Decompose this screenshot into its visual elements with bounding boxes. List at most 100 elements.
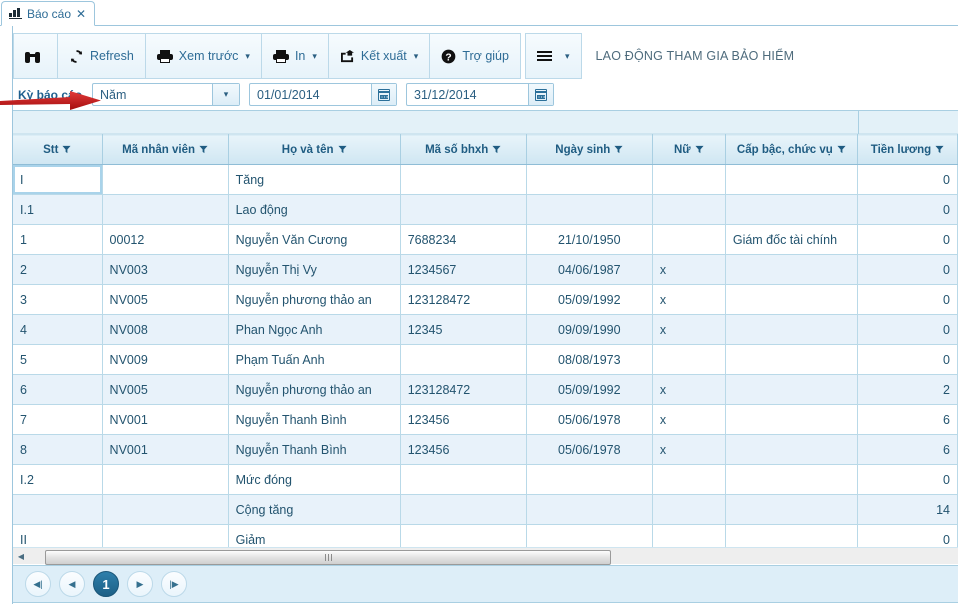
page-last-button[interactable]: |▶: [161, 571, 187, 597]
table-row[interactable]: 4 NV008 Phan Ngọc Anh 12345 09/09/1990 x 0: [13, 314, 958, 345]
table-cell[interactable]: NV003: [102, 254, 229, 285]
filter-icon[interactable]: [62, 145, 71, 154]
table-cell[interactable]: 05/09/1992: [526, 284, 653, 315]
table-cell[interactable]: [526, 524, 653, 547]
close-icon[interactable]: ✕: [76, 8, 86, 20]
column-header-6[interactable]: Cấp bậc, chức vụ: [725, 134, 858, 165]
table-cell[interactable]: [652, 194, 726, 225]
table-cell[interactable]: [400, 194, 527, 225]
preview-button[interactable]: Xem trước ▾: [146, 34, 262, 78]
scrollbar-track[interactable]: [29, 548, 958, 565]
scroll-left-icon[interactable]: ◀: [13, 549, 29, 564]
column-header-4[interactable]: Ngày sinh: [526, 134, 653, 165]
table-cell[interactable]: 21/10/1950: [526, 224, 653, 255]
filter-icon[interactable]: [337, 145, 347, 154]
find-button[interactable]: [14, 34, 58, 78]
table-row[interactable]: I.2 Mức đóng 0: [13, 464, 958, 495]
table-cell[interactable]: [400, 464, 527, 495]
table-cell[interactable]: NV008: [102, 314, 229, 345]
table-cell[interactable]: 05/09/1992: [526, 374, 653, 405]
table-cell[interactable]: NV005: [102, 284, 229, 315]
table-cell[interactable]: Phan Ngọc Anh: [228, 314, 401, 345]
table-cell[interactable]: [652, 224, 726, 255]
table-cell[interactable]: 04/06/1987: [526, 254, 653, 285]
table-cell[interactable]: 123128472: [400, 374, 527, 405]
table-cell[interactable]: x: [652, 284, 726, 315]
chevron-down-icon[interactable]: ▾: [212, 84, 240, 105]
table-cell[interactable]: 6: [857, 434, 958, 465]
table-cell[interactable]: 6: [13, 374, 103, 405]
column-header-5[interactable]: Nữ: [652, 134, 726, 165]
table-cell[interactable]: 0: [857, 524, 958, 547]
table-cell[interactable]: [725, 164, 858, 195]
table-cell[interactable]: 1: [13, 224, 103, 255]
table-cell[interactable]: 0: [857, 284, 958, 315]
table-cell[interactable]: 00012: [102, 224, 229, 255]
horizontal-scrollbar[interactable]: ◀: [13, 547, 958, 565]
table-cell[interactable]: NV005: [102, 374, 229, 405]
table-cell[interactable]: [725, 494, 858, 525]
table-row[interactable]: Cộng tăng 14: [13, 494, 958, 525]
table-row[interactable]: I.1 Lao động 0: [13, 194, 958, 225]
table-cell[interactable]: x: [652, 404, 726, 435]
column-header-7[interactable]: Tiền lương: [857, 134, 958, 165]
table-cell[interactable]: Cộng tăng: [228, 494, 401, 525]
table-cell[interactable]: 05/06/1978: [526, 434, 653, 465]
table-row[interactable]: 2 NV003 Nguyễn Thị Vy 1234567 04/06/1987 x 0: [13, 254, 958, 285]
table-cell[interactable]: Nguyễn Thị Vy: [228, 254, 401, 285]
table-cell[interactable]: [725, 344, 858, 375]
table-cell[interactable]: I.1: [13, 194, 103, 225]
table-cell[interactable]: 123128472: [400, 284, 527, 315]
table-cell[interactable]: 5: [13, 344, 103, 375]
table-row[interactable]: 1 00012 Nguyễn Văn Cương 7688234 21/10/1950 G…: [13, 224, 958, 255]
table-cell[interactable]: II: [13, 524, 103, 547]
table-row[interactable]: 8 NV001 Nguyễn Thanh Bình 123456 05/06/1978 x…: [13, 434, 958, 465]
table-cell[interactable]: [102, 164, 229, 195]
table-cell[interactable]: [400, 344, 527, 375]
table-cell[interactable]: [526, 194, 653, 225]
table-cell[interactable]: 14: [857, 494, 958, 525]
table-cell[interactable]: Mức đóng: [228, 464, 401, 495]
table-row[interactable]: 7 NV001 Nguyễn Thanh Bình 123456 05/06/1978 x…: [13, 404, 958, 435]
table-cell[interactable]: 0: [857, 224, 958, 255]
scrollbar-thumb[interactable]: [45, 549, 611, 565]
table-cell[interactable]: [652, 344, 726, 375]
table-row[interactable]: II Giảm 0: [13, 524, 958, 547]
table-cell[interactable]: 0: [857, 164, 958, 195]
table-row[interactable]: I Tăng 0: [13, 164, 958, 195]
table-cell[interactable]: x: [652, 254, 726, 285]
page-next-button[interactable]: ▶: [127, 571, 153, 597]
date-to-field[interactable]: 31/12/2014: [406, 83, 555, 106]
table-cell[interactable]: I.2: [13, 464, 103, 495]
table-cell[interactable]: 08/08/1973: [526, 344, 653, 375]
chevron-down-icon[interactable]: ▾: [312, 51, 317, 62]
calendar-icon[interactable]: [528, 84, 554, 105]
table-row[interactable]: 6 NV005 Nguyễn phương thảo an 123128472 05/0…: [13, 374, 958, 405]
table-cell[interactable]: x: [652, 374, 726, 405]
table-cell[interactable]: 2: [857, 374, 958, 405]
table-cell[interactable]: [102, 494, 229, 525]
column-header-0[interactable]: Stt: [13, 134, 103, 165]
table-cell[interactable]: [652, 524, 726, 547]
column-header-3[interactable]: Mã số bhxh: [400, 134, 527, 165]
page-first-button[interactable]: ◀|: [25, 571, 51, 597]
table-cell[interactable]: [725, 404, 858, 435]
column-header-1[interactable]: Mã nhân viên: [102, 134, 229, 165]
table-cell[interactable]: x: [652, 434, 726, 465]
table-cell[interactable]: [725, 434, 858, 465]
filter-icon[interactable]: [837, 145, 846, 154]
table-cell[interactable]: NV001: [102, 404, 229, 435]
table-cell[interactable]: [725, 524, 858, 547]
table-row[interactable]: 5 NV009 Phạm Tuấn Anh 08/08/1973 0: [13, 344, 958, 375]
table-cell[interactable]: [725, 314, 858, 345]
period-select[interactable]: Năm ▾: [92, 83, 241, 106]
table-cell[interactable]: 0: [857, 344, 958, 375]
filter-icon[interactable]: [695, 145, 704, 154]
table-cell[interactable]: 7: [13, 404, 103, 435]
filter-icon[interactable]: [492, 145, 501, 154]
table-cell[interactable]: 123456: [400, 434, 527, 465]
chevron-down-icon[interactable]: ▾: [414, 51, 419, 62]
table-cell[interactable]: [652, 464, 726, 495]
page-prev-button[interactable]: ◀: [59, 571, 85, 597]
table-cell[interactable]: 0: [857, 254, 958, 285]
